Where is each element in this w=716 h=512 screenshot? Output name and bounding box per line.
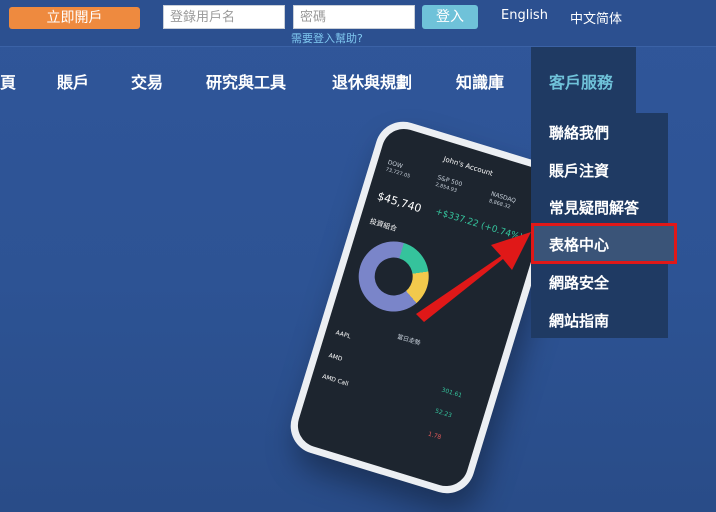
annotation-arrow-icon (416, 232, 531, 322)
